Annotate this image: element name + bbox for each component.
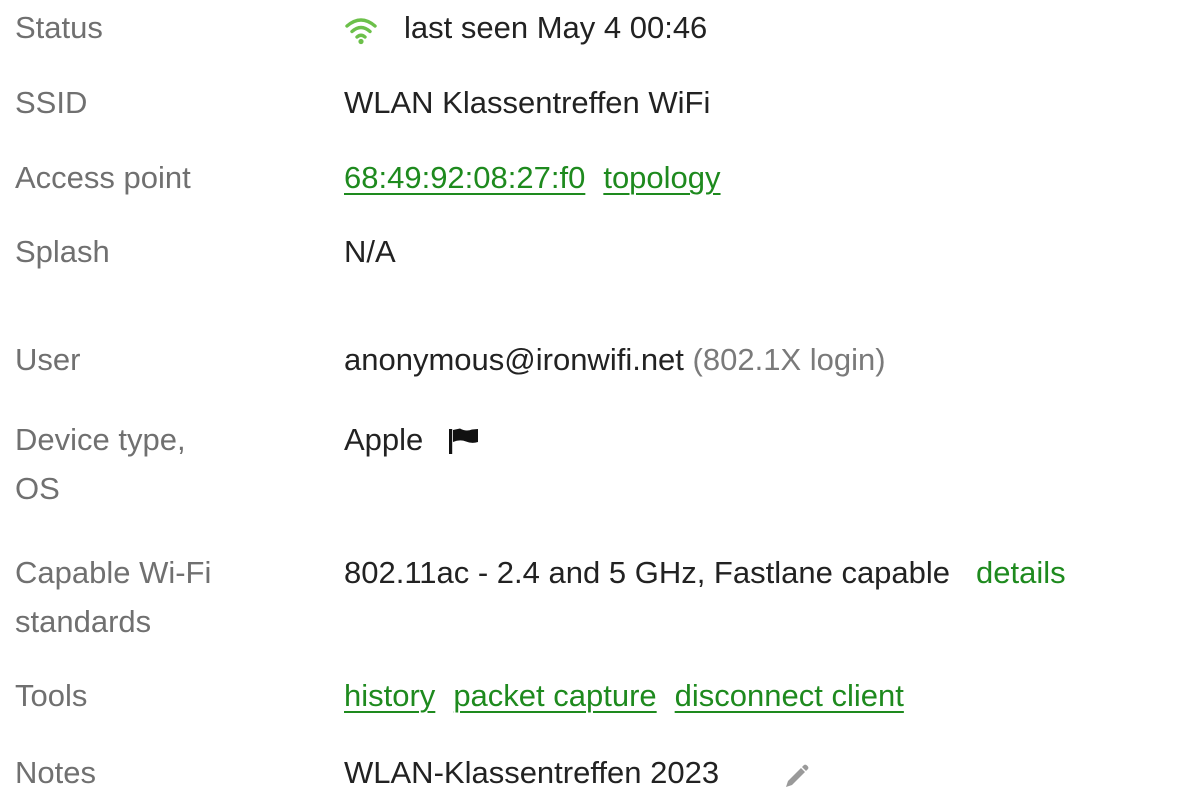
device-type-label-line2: OS [15,471,60,506]
user-email: anonymous@ironwifi.net [344,342,684,377]
history-link[interactable]: history [344,678,435,713]
status-label: Status [15,10,103,45]
splash-value: N/A [344,234,396,269]
wifi-standards-label-line2: standards [15,604,152,639]
user-value: anonymous@ironwifi.net (802.1X login) [344,335,1184,384]
notes-label: Notes [15,755,96,790]
disconnect-client-link[interactable]: disconnect client [675,678,904,713]
user-login-type: (802.1X login) [692,342,886,377]
access-point-value: 68:49:92:08:27:f0 topology [344,153,1184,202]
topology-link[interactable]: topology [603,160,720,195]
flag-icon[interactable] [447,421,481,454]
wifi-standards-value: 802.11ac - 2.4 and 5 GHz, Fastlane capab… [344,548,1184,597]
status-value: last seen May 4 00:46 [344,3,1184,52]
ssid-label: SSID [15,85,88,120]
wifi-standards-details-link[interactable]: details [976,555,1066,590]
wifi-standards-label: Capable Wi-Fi standards [15,548,315,646]
wifi-standards-text: 802.11ac - 2.4 and 5 GHz, Fastlane capab… [344,555,951,590]
wifi-standards-label-line1: Capable Wi-Fi [15,555,212,590]
notes-value: WLAN-Klassentreffen 2023 [344,748,1184,797]
pencil-icon[interactable] [781,757,811,787]
access-point-label: Access point [15,160,191,195]
device-type-text: Apple [344,422,424,457]
device-type-label-line1: Device type, [15,422,186,457]
tools-label: Tools [15,678,88,713]
splash-label: Splash [15,234,110,269]
notes-text: WLAN-Klassentreffen 2023 [344,755,720,790]
wifi-icon [344,10,378,44]
user-label: User [15,342,81,377]
device-type-label: Device type, OS [15,415,315,513]
status-last-seen: last seen May 4 00:46 [404,10,708,45]
packet-capture-link[interactable]: packet capture [453,678,656,713]
device-type-value: Apple [344,415,1184,464]
ssid-value: WLAN Klassentreffen WiFi [344,85,711,120]
tools-value: history packet capture disconnect client [344,671,1184,720]
access-point-mac-link[interactable]: 68:49:92:08:27:f0 [344,160,585,195]
